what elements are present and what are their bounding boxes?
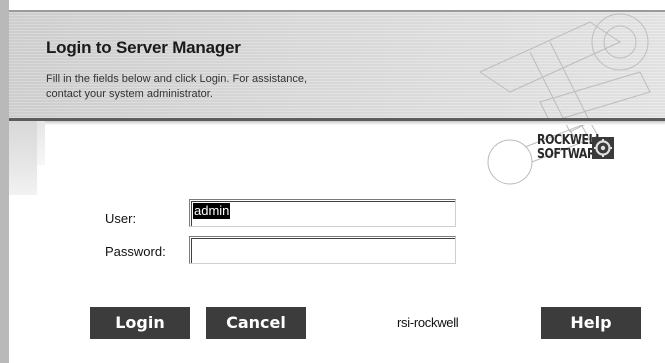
header-shadow bbox=[9, 121, 665, 125]
side-shading bbox=[9, 121, 37, 195]
side-shading-step bbox=[37, 121, 45, 165]
left-sidebar-bar bbox=[0, 0, 9, 363]
rockwell-gear-icon bbox=[592, 137, 614, 159]
user-input-bevel bbox=[191, 201, 455, 226]
help-button[interactable]: Help bbox=[541, 307, 641, 339]
subtitle-line-2: contact your system administrator. bbox=[46, 88, 213, 100]
page-subtitle: Fill in the fields below and click Login… bbox=[46, 72, 406, 102]
subtitle-line-1: Fill in the fields below and click Login… bbox=[46, 73, 308, 85]
user-label: User: bbox=[105, 211, 137, 226]
password-input-bevel bbox=[191, 238, 455, 263]
server-name: rsi-rockwell bbox=[397, 315, 459, 330]
user-input-value: admin bbox=[193, 203, 231, 219]
user-input[interactable]: admin bbox=[189, 199, 456, 227]
password-input[interactable] bbox=[189, 236, 456, 264]
page-title: Login to Server Manager bbox=[46, 38, 241, 57]
rockwell-software-logo: ROCKWELL SOFTWARE bbox=[537, 132, 617, 171]
password-label: Password: bbox=[105, 244, 166, 259]
cancel-button[interactable]: Cancel bbox=[206, 307, 306, 339]
login-button[interactable]: Login bbox=[90, 307, 190, 339]
